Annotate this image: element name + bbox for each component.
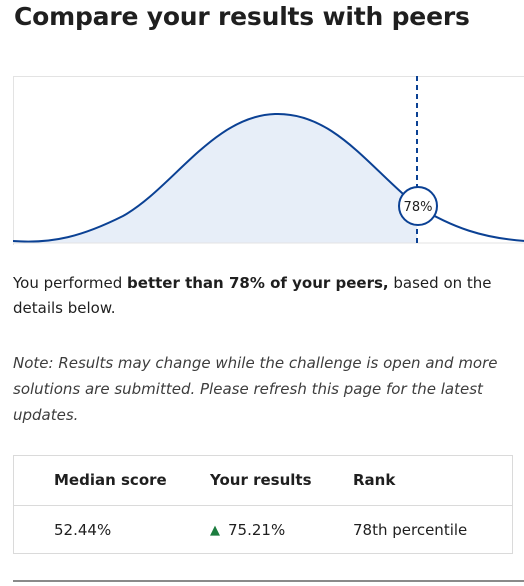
results-table-header: Median score Your results Rank	[14, 456, 512, 506]
percentile-marker-label: 78%	[404, 200, 433, 215]
rank-value: 78th percentile	[353, 521, 468, 539]
your-results-cell: ▲ 75.21%	[210, 506, 285, 555]
compare-results-page: Compare your results with peers 78% You …	[0, 0, 524, 586]
performance-summary: You performed better than 78% of your pe…	[13, 271, 518, 321]
header-median-score: Median score	[54, 471, 167, 489]
section-divider	[13, 580, 524, 582]
page-title: Compare your results with peers	[14, 2, 470, 31]
distribution-chart-svg: 78%	[13, 76, 524, 244]
median-score-value: 52.44%	[54, 521, 112, 539]
your-results-value: 75.21%	[228, 521, 286, 539]
distribution-chart: 78%	[13, 76, 524, 245]
arrow-up-icon: ▲	[210, 523, 220, 538]
header-rank: Rank	[353, 471, 396, 489]
results-table-row: 52.44% ▲ 75.21% 78th percentile	[14, 506, 512, 555]
percentile-marker: 78%	[398, 186, 438, 226]
results-note: Note: Results may change while the chall…	[13, 354, 498, 424]
header-your-results: Your results	[210, 471, 312, 489]
results-table: Median score Your results Rank 52.44% ▲ 7…	[13, 455, 513, 554]
curve-fill-area	[13, 113, 417, 244]
summary-prefix: You performed	[13, 274, 128, 292]
summary-highlight: better than 78% of your peers,	[127, 274, 389, 292]
